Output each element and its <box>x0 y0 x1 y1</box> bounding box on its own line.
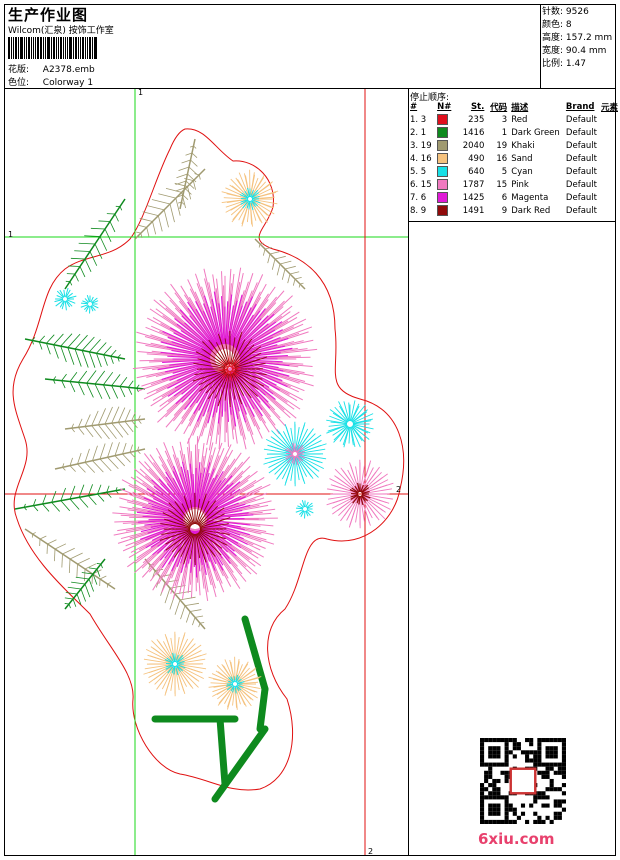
thread-cell-brand: Default <box>565 140 597 151</box>
watermark-logo: 6xiu.com <box>478 830 555 848</box>
color-swatch <box>437 127 449 138</box>
thread-cell-st: 1425 <box>462 192 485 203</box>
thread-cell-elem <box>599 178 620 191</box>
thread-cell-desc: Dark Red <box>511 205 551 216</box>
colorway-label: 色位: <box>8 78 30 88</box>
qr-code <box>480 738 566 824</box>
thread-cell-seq: 8. 9 <box>410 205 427 216</box>
thread-cell-code: 16 <box>496 153 508 164</box>
guide-label-h1: 1 <box>8 230 14 239</box>
thread-table-header: # N# St. 代码 描述 Brand 元素 <box>410 101 618 113</box>
stat-scale: 比例: 1.47 <box>542 59 586 69</box>
color-swatch <box>437 140 449 151</box>
thread-table: # N# St. 代码 描述 Brand 元素 1. 3 235 3 Red Defau… <box>408 100 620 217</box>
colorway-row: 色位: Colorway 1 <box>8 75 93 88</box>
thread-cell-st: 1416 <box>462 127 485 138</box>
thread-cell-desc: Sand <box>511 153 533 164</box>
thread-cell-elem <box>599 165 620 178</box>
thread-cell-desc: Dark Green <box>511 127 560 138</box>
thread-cell-seq: 3. 19 <box>410 140 432 151</box>
thread-cell-desc: Pink <box>511 179 529 190</box>
thread-cell-code: 15 <box>496 179 508 190</box>
thread-row: 7. 6 1425 6 Magenta Default <box>408 191 620 204</box>
appliqué-outline <box>12 128 405 791</box>
thread-cell-st: 640 <box>468 166 485 177</box>
header-divider-vertical <box>540 4 541 88</box>
stat-height: 高度: 157.2 mm <box>542 33 613 43</box>
thread-cell-code: 5 <box>501 166 508 177</box>
thread-cell-brand: Default <box>565 205 597 216</box>
thread-cell-desc: Magenta <box>511 192 549 203</box>
thread-cell-st: 235 <box>468 114 485 125</box>
stat-colors: 颜色: 8 <box>542 20 572 30</box>
thread-cell-st: 1787 <box>462 179 485 190</box>
thread-row: 8. 9 1491 9 Dark Red Default <box>408 204 620 217</box>
thread-cell-seq: 6. 15 <box>410 179 432 190</box>
thread-cell-brand: Default <box>565 153 597 164</box>
company-name: Wilcom(汇泉) 按饰工作室 <box>8 26 114 36</box>
design-value: A2378.emb <box>42 65 95 75</box>
thread-row: 2. 1 1416 1 Dark Green Default <box>408 126 620 139</box>
thread-row: 6. 15 1787 15 Pink Default <box>408 178 620 191</box>
thread-cell-brand: Default <box>565 192 597 203</box>
guide-label-h2: 2 <box>396 485 402 494</box>
table-bottom-divider <box>408 221 616 222</box>
thread-cell-elem <box>599 191 620 204</box>
barcode <box>8 37 118 59</box>
thread-cell-seq: 7. 6 <box>410 192 427 203</box>
stat-stitches: 针数: 9526 <box>542 7 589 17</box>
thread-row: 4. 16 490 16 Sand Default <box>408 152 620 165</box>
thread-row: 3. 19 2040 19 Khaki Default <box>408 139 620 152</box>
thread-cell-code: 9 <box>501 205 508 216</box>
colorway-value: Colorway 1 <box>42 78 94 88</box>
thread-cell-brand: Default <box>565 179 597 190</box>
thread-cell-elem <box>599 152 620 165</box>
thread-row: 5. 5 640 5 Cyan Default <box>408 165 620 178</box>
thread-cell-desc: Red <box>511 114 528 125</box>
thread-cell-elem <box>599 126 620 139</box>
guide-label-v2: 2 <box>368 847 374 856</box>
design-row: 花版: A2378.emb <box>8 62 95 75</box>
thread-cell-seq: 2. 1 <box>410 127 427 138</box>
thread-cell-brand: Default <box>565 127 597 138</box>
design-stats: 针数: 9526 颜色: 8 高度: 157.2 mm 宽度: 90.4 mm … <box>542 6 612 71</box>
guide-label-v1: 1 <box>138 88 144 97</box>
thread-cell-code: 3 <box>501 114 508 125</box>
thread-cell-st: 490 <box>468 153 485 164</box>
thread-cell-elem <box>599 113 620 126</box>
thread-cell-desc: Khaki <box>511 140 535 151</box>
color-swatch <box>437 114 449 125</box>
thread-cell-seq: 5. 5 <box>410 166 427 177</box>
thread-cell-st: 1491 <box>462 205 485 216</box>
thread-cell-seq: 1. 3 <box>410 114 427 125</box>
thread-cell-brand: Default <box>565 166 597 177</box>
color-swatch <box>437 179 449 190</box>
page-title: 生产作业图 <box>8 6 89 24</box>
design-canvas <box>5 89 408 855</box>
color-swatch <box>437 205 449 216</box>
thread-cell-st: 2040 <box>462 140 485 151</box>
design-label: 花版: <box>8 65 30 75</box>
thread-cell-code: 19 <box>496 140 508 151</box>
thread-cell-code: 6 <box>501 192 508 203</box>
color-swatch <box>437 192 449 203</box>
thread-cell-code: 1 <box>501 127 508 138</box>
thread-cell-desc: Cyan <box>511 166 533 177</box>
thread-cell-elem <box>599 204 620 217</box>
stat-width: 宽度: 90.4 mm <box>542 46 607 56</box>
thread-cell-elem <box>599 139 620 152</box>
color-swatch <box>437 153 449 164</box>
thread-row: 1. 3 235 3 Red Default <box>408 113 620 126</box>
thread-cell-brand: Default <box>565 114 597 125</box>
color-swatch <box>437 166 449 177</box>
thread-cell-seq: 4. 16 <box>410 153 432 164</box>
